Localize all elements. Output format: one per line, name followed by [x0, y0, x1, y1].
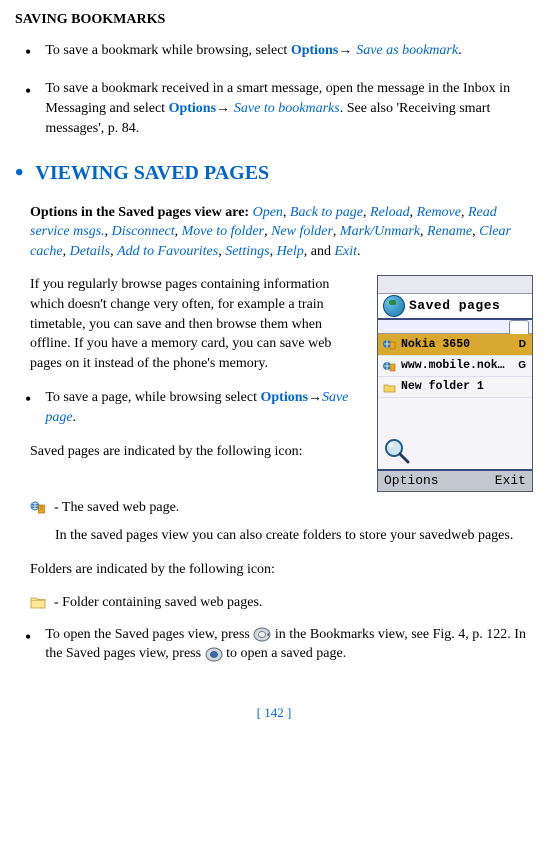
paragraph-saved-icon: Saved pages are indicated by the followi… — [15, 442, 365, 462]
magnifier-icon — [383, 437, 411, 465]
bullet-save-page: To save a page, while browsing select Op… — [15, 387, 365, 427]
text: To save a page, while browsing select — [45, 390, 260, 405]
globe-icon — [383, 295, 405, 317]
tab-icon — [509, 320, 529, 334]
menu-item: New folder — [271, 224, 333, 239]
arrow-icon: → — [216, 99, 234, 115]
folder-icon — [30, 595, 46, 609]
menu-item: Open — [253, 205, 283, 220]
saved-page-icon — [383, 339, 396, 350]
menu-item: Help — [277, 244, 304, 259]
menu-item: Reload — [370, 205, 410, 220]
phone-screenshot: Saved pages Nokia 3650 D www.mobile.nok…… — [377, 275, 533, 492]
folder-icon-description: - Folder containing saved web pages. — [15, 593, 533, 613]
saved-page-icon — [30, 500, 46, 514]
bullet-save-while-browsing: To save a bookmark while browsing, selec… — [15, 40, 533, 65]
text: To open the Saved pages view, press — [45, 627, 253, 642]
options-label: Options — [261, 390, 308, 405]
status-bar — [378, 276, 532, 294]
item-label: Nokia 3650 — [401, 337, 470, 353]
section-heading: • VIEWING SAVED PAGES — [15, 159, 533, 187]
menu-item: Move to folder — [182, 224, 264, 239]
menu-item: Save to bookmarks — [234, 101, 340, 116]
empty-area — [378, 397, 532, 435]
arrow-icon: → — [338, 41, 356, 57]
text: To save a bookmark while browsing, selec… — [45, 43, 291, 58]
magnify-area — [378, 435, 532, 469]
icon-description: - Folder containing saved web pages. — [54, 593, 262, 613]
paragraph-intro: If you regularly browse pages containing… — [15, 275, 365, 373]
text: . — [73, 410, 77, 425]
section-title: VIEWING SAVED PAGES — [35, 159, 269, 187]
item-label: www.mobile.nok… — [401, 358, 505, 374]
screenshot-header: Saved pages — [378, 294, 532, 320]
paragraph-folder-icon: Folders are indicated by the following i… — [15, 560, 533, 580]
menu-item: Details — [70, 244, 110, 259]
text: to open a saved page. — [223, 646, 347, 661]
saved-page-icon — [383, 361, 396, 372]
screenshot-title: Saved pages — [409, 297, 500, 315]
text: . — [458, 43, 462, 58]
tab-bar — [378, 320, 532, 334]
text: . — [357, 244, 361, 259]
heading-saving-bookmarks: SAVING BOOKMARKS — [15, 10, 533, 30]
softkey-bar: Options Exit — [378, 469, 532, 491]
list-item: Nokia 3650 D — [378, 334, 532, 355]
menu-item: Save as bookmark — [356, 43, 458, 58]
bullet-open-saved: To open the Saved pages view, press in t… — [15, 625, 533, 664]
options-lead: Options in the Saved pages view are: — [30, 205, 253, 220]
list-item: www.mobile.nok… G — [378, 355, 532, 376]
select-button-icon — [205, 647, 223, 662]
arrow-icon: → — [308, 388, 322, 404]
options-label: Options — [169, 101, 216, 116]
options-list: Options in the Saved pages view are: Ope… — [15, 203, 533, 262]
item-label: New folder 1 — [401, 379, 484, 395]
bullet-save-smart-message: To save a bookmark received in a smart m… — [15, 79, 533, 139]
menu-item: Add to Favourites — [117, 244, 218, 259]
section-marker-icon: • — [15, 161, 23, 185]
paragraph-folders: In the saved pages view you can also cre… — [15, 526, 533, 546]
item-badge: D — [519, 338, 527, 352]
softkey-left: Options — [384, 472, 439, 490]
menu-item: Settings — [225, 244, 269, 259]
text: , and — [304, 244, 335, 259]
icon-description: - The saved web page. — [54, 498, 179, 518]
menu-item: Mark/Unmark — [340, 224, 420, 239]
list-item: New folder 1 — [378, 376, 532, 397]
page-number: [ 142 ] — [15, 704, 533, 722]
softkey-right: Exit — [495, 472, 526, 490]
saved-icon-description: - The saved web page. — [15, 498, 533, 518]
nav-button-icon — [253, 627, 271, 642]
menu-item: Rename — [427, 224, 472, 239]
options-label: Options — [291, 43, 338, 58]
item-badge: G — [518, 359, 527, 373]
menu-item: Remove — [417, 205, 461, 220]
folder-icon — [383, 382, 396, 393]
menu-item: Exit — [335, 244, 358, 259]
menu-item: Back to page — [290, 205, 363, 220]
menu-item: Disconnect — [112, 224, 175, 239]
